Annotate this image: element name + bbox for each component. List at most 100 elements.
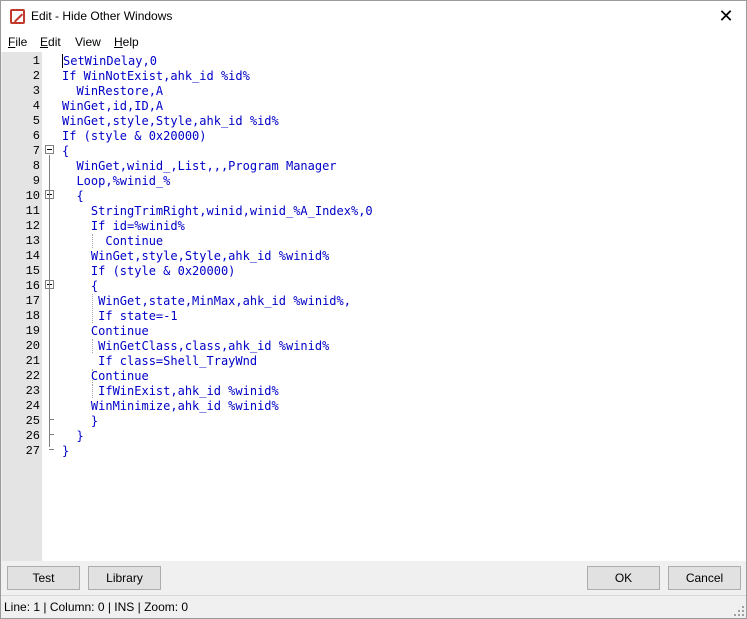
- library-button[interactable]: Library: [88, 566, 161, 590]
- ok-button[interactable]: OK: [587, 566, 660, 590]
- grip-dot: [734, 614, 736, 616]
- code-token: WinGet,winid_,List,,,Program Manager: [62, 159, 337, 173]
- menu-file[interactable]: File: [8, 35, 27, 49]
- code-token: Continue: [62, 369, 149, 383]
- code-line-24: WinMinimize,ahk_id %winid%: [62, 399, 373, 414]
- line-number: 23: [25, 384, 40, 398]
- code-line-22: Continue: [62, 369, 373, 384]
- code-line-17: WinGet,state,MinMax,ahk_id %winid%,: [62, 294, 373, 309]
- line-number: 13: [25, 234, 40, 248]
- line-number: 27: [25, 444, 40, 458]
- code-token: }: [62, 444, 70, 458]
- code-line-3: WinRestore,A: [62, 84, 373, 99]
- code-token: If (style & 0x20000): [62, 264, 236, 278]
- menu-help-accel: H: [114, 35, 123, 49]
- code-line-15: If (style & 0x20000): [62, 264, 373, 279]
- cancel-button[interactable]: Cancel: [668, 566, 741, 590]
- line-number: 9: [32, 174, 40, 188]
- code-line-11: StringTrimRight,winid,winid_%A_Index%,0: [62, 204, 373, 219]
- grip-dot: [738, 614, 740, 616]
- code-lines: SetWinDelay,0 If WinNotExist,ahk_id %id%…: [62, 54, 373, 459]
- code-token: StringTrimRight,winid,winid_%A_Index%,0: [62, 204, 373, 218]
- code-token: If id=%winid%: [62, 219, 185, 233]
- grip-dot: [742, 606, 744, 608]
- edit-dialog-window: Edit - Hide Other Windows ✕ File Edit Vi…: [0, 0, 747, 619]
- code-token: WinGet,id,ID,A: [62, 99, 164, 113]
- code-line-5: WinGet,style,Style,ahk_id %id%: [62, 114, 373, 129]
- line-number: 10: [25, 189, 40, 203]
- code-line-18: If state=-1: [62, 309, 373, 324]
- code-editor[interactable]: 1 2 3 4 5 6 7 8 9 10 11 12 13 14 15 16 1…: [2, 52, 746, 561]
- code-line-7: {: [62, 144, 373, 159]
- line-number: 4: [32, 99, 40, 113]
- code-line-26: }: [62, 429, 373, 444]
- menu-edit[interactable]: Edit: [40, 35, 61, 49]
- code-token: If WinNotExist,ahk_id %id%: [62, 69, 250, 83]
- line-number: 15: [25, 264, 40, 278]
- fold-minus-icon[interactable]: [45, 145, 54, 154]
- code-line-1: SetWinDelay,0: [62, 54, 373, 69]
- edit-app-icon: [10, 9, 25, 24]
- code-token: {: [62, 189, 84, 203]
- line-number: 12: [25, 219, 40, 233]
- line-number: 24: [25, 399, 40, 413]
- grip-dot: [742, 610, 744, 612]
- code-token: Loop,%winid_%: [62, 174, 171, 188]
- line-number: 1: [32, 54, 40, 68]
- code-line-13: Continue: [62, 234, 373, 249]
- line-number: 26: [25, 429, 40, 443]
- code-token: WinGet,state,MinMax,ahk_id %winid%,: [62, 294, 351, 308]
- code-token: WinMinimize,ahk_id %winid%: [62, 399, 279, 413]
- line-number: 20: [25, 339, 40, 353]
- code-line-4: WinGet,id,ID,A: [62, 99, 373, 114]
- menu-file-rest: ile: [15, 35, 28, 49]
- code-token: }: [62, 429, 84, 443]
- menu-edit-accel: E: [40, 35, 49, 49]
- menu-edit-rest: dit: [48, 35, 61, 49]
- line-number: 22: [25, 369, 40, 383]
- grip-dot: [742, 614, 744, 616]
- status-text: Line: 1 | Column: 0 | INS | Zoom: 0: [4, 600, 189, 614]
- code-token: Continue: [62, 324, 149, 338]
- code-token: Continue: [62, 234, 164, 248]
- line-number: 5: [32, 114, 40, 128]
- line-number: 25: [25, 414, 40, 428]
- status-bar: Line: 1 | Column: 0 | INS | Zoom: 0: [1, 595, 746, 618]
- line-number: 3: [32, 84, 40, 98]
- code-token: If state=-1: [62, 309, 178, 323]
- line-number: 17: [25, 294, 40, 308]
- menu-help-rest: elp: [122, 35, 139, 49]
- code-token: If class=Shell_TrayWnd: [62, 354, 258, 368]
- code-line-23: IfWinExist,ahk_id %winid%: [62, 384, 373, 399]
- code-token: }: [62, 414, 99, 428]
- code-token: WinGet,style,Style,ahk_id %id%: [62, 114, 279, 128]
- line-number: 21: [25, 354, 40, 368]
- window-title: Edit - Hide Other Windows: [31, 9, 173, 23]
- grip-dot: [738, 610, 740, 612]
- code-line-9: Loop,%winid_%: [62, 174, 373, 189]
- code-line-27: }: [62, 444, 373, 459]
- close-icon[interactable]: ✕: [706, 1, 746, 32]
- code-token: SetWinDelay,0: [62, 54, 157, 68]
- menu-bar: File Edit View Help: [1, 32, 746, 52]
- line-number: 7: [32, 144, 40, 158]
- code-line-8: WinGet,winid_,List,,,Program Manager: [62, 159, 373, 174]
- fold-range-line: [49, 155, 50, 447]
- menu-help[interactable]: Help: [114, 35, 139, 49]
- menu-view[interactable]: View: [75, 35, 101, 49]
- code-token: WinGetClass,class,ahk_id %winid%: [62, 339, 330, 353]
- line-number: 18: [25, 309, 40, 323]
- code-line-20: WinGetClass,class,ahk_id %winid%: [62, 339, 373, 354]
- test-button[interactable]: Test: [7, 566, 80, 590]
- code-token: IfWinExist,ahk_id %winid%: [62, 384, 279, 398]
- resize-grip-icon[interactable]: [734, 606, 744, 616]
- fold-end-marker: [49, 434, 54, 435]
- code-line-12: If id=%winid%: [62, 219, 373, 234]
- code-line-10: {: [62, 189, 373, 204]
- line-number: 16: [25, 279, 40, 293]
- code-token: {: [62, 144, 70, 158]
- line-number: 11: [25, 204, 40, 218]
- title-bar: Edit - Hide Other Windows ✕: [1, 1, 746, 32]
- code-line-21: If class=Shell_TrayWnd: [62, 354, 373, 369]
- code-line-2: If WinNotExist,ahk_id %id%: [62, 69, 373, 84]
